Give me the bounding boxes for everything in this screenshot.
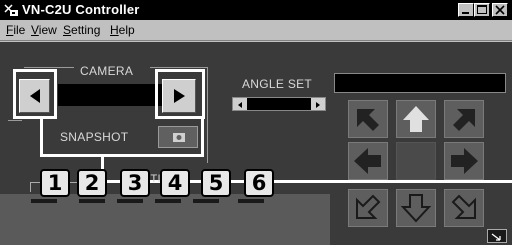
preset-indicator (31, 199, 57, 203)
maximize-button[interactable] (474, 3, 490, 17)
arrow-down-right-icon (451, 194, 476, 219)
angle-display (334, 73, 506, 93)
arrow-down-left-icon (356, 194, 381, 219)
minimize-button[interactable] (458, 3, 474, 17)
preset-indicator (117, 199, 143, 203)
preset-indicator (238, 199, 264, 203)
angle-set-label: ANGLE SET (242, 77, 313, 91)
angle-right-button[interactable] (311, 98, 325, 110)
position-preset-6[interactable]: 6 (244, 169, 274, 197)
position-preset-5[interactable]: 5 (201, 169, 231, 197)
pan-right-button[interactable] (444, 142, 484, 180)
menu-setting[interactable]: Setting (63, 23, 100, 37)
position-preset-2[interactable]: 2 (77, 169, 107, 197)
title-bar: VN-C2U Controller (0, 0, 512, 20)
snapshot-button[interactable] (158, 126, 198, 148)
pan-left-button[interactable] (348, 142, 388, 180)
expand-arrow-icon (491, 233, 501, 241)
position-preset-1[interactable]: 1 (40, 169, 70, 197)
menu-bar: File View Setting Help (0, 20, 512, 41)
control-panel: CAMERA SNAPSHOT ANGLE SET POSITION 1 2 3… (0, 42, 512, 245)
pan-down-left-button[interactable] (348, 189, 388, 227)
arrow-down-icon (400, 194, 432, 223)
pan-down-button[interactable] (396, 189, 436, 227)
minimize-icon (462, 12, 469, 14)
arrow-up-left-icon (357, 109, 379, 131)
position-preset-3[interactable]: 3 (120, 169, 150, 197)
position-preset-4[interactable]: 4 (160, 169, 190, 197)
menu-help[interactable]: Help (110, 23, 135, 37)
camera-prev-button[interactable] (19, 79, 50, 113)
preset-indicator (79, 199, 105, 203)
camera-label: CAMERA (80, 64, 134, 78)
frame-line (150, 67, 208, 68)
pan-down-right-button[interactable] (444, 189, 484, 227)
pan-up-right-button[interactable] (444, 100, 484, 138)
frame-line (30, 182, 31, 192)
window-title: VN-C2U Controller (22, 2, 140, 17)
controller-window: VN-C2U Controller File View Setting Help… (0, 0, 512, 245)
preset-indicator (193, 199, 219, 203)
preset-indicator (155, 199, 181, 203)
triangle-left-icon (238, 102, 242, 108)
arrow-up-right-icon (453, 109, 475, 131)
menu-file[interactable]: File (6, 23, 25, 37)
maximize-icon (477, 5, 487, 14)
triangle-left-icon (30, 89, 40, 103)
close-button[interactable] (492, 3, 508, 17)
camera-next-button[interactable] (162, 79, 196, 113)
triangle-right-icon (174, 89, 185, 103)
arrow-up-icon (403, 106, 429, 132)
frame-line (8, 120, 22, 121)
close-icon (495, 5, 505, 15)
expand-button[interactable] (487, 229, 507, 243)
angle-slider[interactable] (232, 97, 326, 111)
pan-up-left-button[interactable] (348, 100, 388, 138)
menu-view[interactable]: View (31, 23, 57, 37)
frame-line (24, 67, 74, 68)
arrow-right-icon (451, 148, 478, 174)
camera-icon (173, 133, 185, 142)
angle-left-button[interactable] (233, 98, 247, 110)
triangle-right-icon (316, 102, 320, 108)
frame-line (207, 67, 208, 163)
snapshot-label: SNAPSHOT (60, 130, 129, 144)
camera-app-icon (4, 4, 18, 16)
pan-up-button[interactable] (396, 100, 436, 138)
arrow-left-icon (354, 148, 381, 174)
camera-display (58, 84, 164, 106)
home-center-button[interactable] (396, 142, 436, 180)
